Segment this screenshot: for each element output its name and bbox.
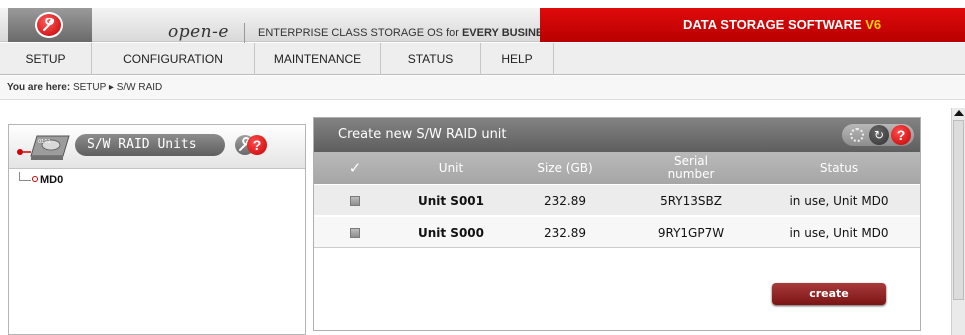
breadcrumb: You are here: SETUP ▸ S/W RAID — [0, 76, 965, 100]
hard-drive-icon: 0101 — [17, 135, 70, 160]
dotted-circle-icon[interactable] — [850, 128, 864, 142]
cell-serial: 9RY1GP7W — [657, 225, 725, 240]
raid-units-header: 0101 S/W RAID Units ? — [9, 125, 305, 169]
row-checkbox[interactable] — [350, 227, 360, 238]
banner-text: DATA STORAGE SOFTWARE V6 — [683, 17, 881, 32]
banner-label: DATA STORAGE SOFTWARE — [683, 17, 866, 32]
menu-setup[interactable]: SETUP — [0, 43, 92, 75]
row-checkbox-cell — [314, 185, 396, 216]
page: open-e ENTERPRISE CLASS STORAGE OS for E… — [0, 0, 965, 335]
menu-maintenance[interactable]: MAINTENANCE — [255, 43, 381, 75]
create-button[interactable]: create — [772, 283, 886, 305]
panel-icons: ↻ ? — [842, 124, 914, 146]
breadcrumb-prefix: You are here: — [7, 82, 71, 93]
svg-text:0101: 0101 — [38, 139, 51, 145]
header-size: Size (GB) — [537, 160, 593, 175]
product-banner: DATA STORAGE SOFTWARE V6 — [540, 8, 965, 42]
header-serial-line2: number — [667, 167, 715, 181]
header-serial: Serial number — [624, 152, 758, 184]
header-status: Status — [819, 160, 859, 175]
tree-connector-icon — [19, 172, 31, 181]
top-strip — [0, 0, 965, 8]
cell-size: 232.89 — [544, 193, 586, 208]
banner-version: V6 — [865, 17, 882, 32]
tab-sw-raid-units[interactable]: S/W RAID Units — [75, 134, 225, 156]
menu-configuration[interactable]: CONFIGURATION — [92, 43, 255, 75]
help-icon[interactable]: ? — [891, 125, 911, 145]
cell-serial: 5RY13SBZ — [660, 193, 722, 208]
refresh-icon[interactable]: ↻ — [869, 125, 889, 145]
cell-size: 232.89 — [544, 225, 586, 240]
logo-box[interactable] — [8, 8, 92, 42]
row-checkbox-cell — [314, 217, 396, 248]
main-menu: SETUP CONFIGURATION MAINTENANCE STATUS H… — [0, 43, 965, 75]
breadcrumb-path[interactable]: SETUP ▸ S/W RAID — [73, 82, 162, 93]
table-header: ✓ Unit Size (GB) Serial number Status — [314, 152, 920, 184]
scrollbar-thumb[interactable] — [953, 120, 964, 300]
help-icon[interactable]: ? — [247, 135, 267, 155]
brand-separator — [244, 23, 245, 43]
tree-item-md0[interactable]: MD0 — [19, 172, 63, 186]
row-checkbox[interactable] — [350, 195, 360, 206]
header-unit: Unit — [438, 160, 464, 175]
raid-units-panel: 0101 S/W RAID Units ? MD0 — [8, 124, 306, 335]
table-row: Unit S001 232.89 5RY13SBZ in use, Unit M… — [314, 185, 920, 216]
header-check: ✓ — [348, 158, 362, 177]
brand-logo-text: open-e — [168, 22, 229, 42]
cell-unit: Unit S001 — [417, 193, 484, 208]
cell-status: in use, Unit MD0 — [789, 225, 889, 240]
vertical-scrollbar[interactable] — [951, 108, 965, 335]
tagline-prefix: ENTERPRISE CLASS STORAGE OS for — [258, 27, 462, 39]
scroll-up-arrow-icon[interactable] — [954, 110, 964, 116]
panel-title: Create new S/W RAID unit — [314, 118, 920, 152]
tools-logo-icon — [35, 12, 63, 38]
tagline: ENTERPRISE CLASS STORAGE OS for EVERY BU… — [258, 27, 558, 39]
table-row: Unit S000 232.89 9RY1GP7W in use, Unit M… — [314, 217, 920, 248]
cell-unit: Unit S000 — [417, 225, 484, 240]
tree-item-label[interactable]: MD0 — [40, 174, 63, 186]
create-raid-panel: Create new S/W RAID unit ↻ ? ✓ Unit Size… — [313, 117, 921, 331]
cell-status: in use, Unit MD0 — [789, 193, 889, 208]
menu-help[interactable]: HELP — [481, 43, 554, 75]
menu-status[interactable]: STATUS — [381, 43, 481, 75]
tree-node-icon — [32, 176, 38, 182]
